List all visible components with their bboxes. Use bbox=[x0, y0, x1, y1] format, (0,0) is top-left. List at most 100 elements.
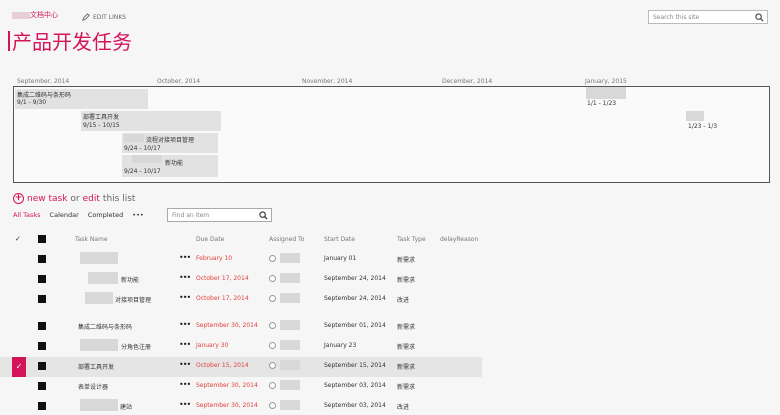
presence-icon bbox=[269, 342, 276, 349]
edit-links-label: EDIT LINKS bbox=[93, 13, 127, 21]
table-row[interactable]: ••• February 10 January 01 新需求 bbox=[0, 250, 780, 270]
search-icon[interactable] bbox=[259, 211, 268, 220]
task-type: 新需求 bbox=[397, 324, 416, 331]
presence-icon bbox=[269, 322, 276, 329]
column-header-delay-reason[interactable]: delayReason bbox=[440, 236, 478, 243]
blurred-text bbox=[80, 399, 118, 411]
view-selector: All Tasks Calendar Completed ••• bbox=[13, 211, 144, 219]
timeline-month: October, 2014 bbox=[157, 78, 201, 85]
title-accent-bar bbox=[8, 30, 10, 51]
table-row-selected[interactable]: ✓ 部署工具开发 ••• October 15, 2014 September … bbox=[0, 357, 482, 377]
timeline-task-dates: 9/24 - 10/17 bbox=[124, 168, 161, 175]
timeline-month: November, 2014 bbox=[302, 78, 353, 85]
item-type-icon bbox=[38, 322, 46, 330]
view-calendar[interactable]: Calendar bbox=[50, 211, 79, 219]
blurred-text bbox=[280, 340, 300, 350]
column-header-assigned-to[interactable]: Assigned To bbox=[269, 236, 304, 243]
column-header-task-type[interactable]: Task Type bbox=[397, 236, 426, 243]
more-options-button[interactable]: ••• bbox=[179, 273, 191, 282]
item-type-icon bbox=[38, 362, 46, 370]
task-name[interactable]: 表单设计器 bbox=[78, 382, 108, 391]
view-completed[interactable]: Completed bbox=[88, 211, 123, 219]
task-type: 改进 bbox=[397, 404, 410, 411]
timeline-task-title: 集成二维码与条形码 bbox=[17, 92, 72, 99]
blurred-text bbox=[280, 253, 300, 263]
start-date: September 01, 2014 bbox=[324, 322, 386, 329]
more-views-button[interactable]: ••• bbox=[132, 211, 144, 219]
more-options-button[interactable]: ••• bbox=[179, 293, 191, 302]
presence-icon bbox=[269, 275, 276, 282]
start-date: January 23 bbox=[324, 342, 357, 349]
presence-icon bbox=[269, 402, 276, 409]
task-name[interactable]: 集成二维码与条形码 bbox=[78, 322, 132, 331]
timeline-task-dates: 9/1 - 9/30 bbox=[17, 99, 47, 106]
timeline-month: September, 2014 bbox=[17, 78, 70, 85]
table-row[interactable]: 新功能 ••• October 17, 2014 September 24, 2… bbox=[0, 270, 780, 290]
item-type-icon bbox=[38, 275, 46, 283]
more-options-button[interactable]: ••• bbox=[179, 340, 191, 349]
start-date: September 15, 2014 bbox=[324, 362, 386, 369]
page-title: 产品开发任务 bbox=[8, 26, 132, 55]
search-site-input[interactable]: Search this site bbox=[648, 10, 768, 24]
task-name[interactable]: 部署工具开发 bbox=[78, 362, 114, 371]
table-row[interactable]: 建站 ••• September 30, 2014 September 03, … bbox=[0, 397, 780, 415]
blurred-text bbox=[88, 272, 118, 284]
blurred-text bbox=[280, 360, 300, 370]
new-task-command: + new task or edit this list bbox=[13, 193, 135, 204]
search-icon[interactable] bbox=[755, 13, 764, 22]
timeline-task-title: 流程对接项目管理 bbox=[146, 137, 195, 144]
table-row[interactable]: 对接项目管理 ••• October 17, 2014 September 24… bbox=[0, 290, 780, 310]
more-options-button[interactable]: ••• bbox=[179, 400, 191, 409]
blurred-text bbox=[80, 339, 118, 351]
table-row[interactable]: 表单设计器 ••• September 30, 2014 September 0… bbox=[0, 377, 780, 397]
blurred-text bbox=[80, 252, 118, 264]
item-type-icon bbox=[38, 235, 46, 243]
more-options-button[interactable]: ••• bbox=[179, 380, 191, 389]
due-date: January 30 bbox=[196, 342, 229, 349]
column-header-due-date[interactable]: Due Date bbox=[196, 236, 224, 243]
timeline-task-dates: 9/15 - 10/15 bbox=[83, 122, 120, 129]
presence-icon bbox=[269, 255, 276, 262]
timeline-month: January, 2015 bbox=[585, 78, 627, 85]
presence-icon bbox=[269, 382, 276, 389]
find-placeholder: Find an item bbox=[172, 212, 210, 219]
timeline-task-dates: 9/24 - 10/17 bbox=[124, 145, 161, 152]
more-options-button[interactable]: ••• bbox=[179, 360, 191, 369]
more-options-button[interactable]: ••• bbox=[179, 253, 191, 262]
due-date: October 17, 2014 bbox=[196, 295, 249, 302]
due-date: September 30, 2014 bbox=[196, 402, 258, 409]
row-selected-check-icon[interactable]: ✓ bbox=[12, 357, 26, 377]
start-date: January 01 bbox=[324, 255, 357, 262]
task-type: 新需求 bbox=[397, 344, 416, 351]
start-date: September 24, 2014 bbox=[324, 275, 386, 282]
timeline: 集成二维码与条形码 9/1 - 9/30 部署工具开发 9/15 - 10/15… bbox=[13, 86, 770, 183]
task-type: 新需求 bbox=[397, 364, 416, 371]
edit-link[interactable]: edit bbox=[83, 194, 100, 204]
timeline-task-title: 新功能 bbox=[165, 160, 184, 167]
column-header-start-date[interactable]: Start Date bbox=[324, 236, 355, 243]
site-name[interactable]: 文档中心 bbox=[30, 11, 58, 19]
view-all-tasks[interactable]: All Tasks bbox=[13, 211, 41, 219]
blurred-text bbox=[280, 380, 300, 390]
table-row[interactable]: 分角色注册 ••• January 30 January 23 新需求 bbox=[0, 337, 780, 357]
task-name[interactable]: 新功能 bbox=[121, 275, 139, 284]
blurred-text bbox=[124, 134, 144, 142]
column-header-task-name[interactable]: Task Name bbox=[75, 236, 108, 243]
new-task-link[interactable]: new task bbox=[27, 194, 67, 204]
find-item-input[interactable]: Find an item bbox=[167, 208, 272, 222]
edit-links-button[interactable]: EDIT LINKS bbox=[82, 13, 126, 21]
site-breadcrumb[interactable]: 文档中心 bbox=[12, 10, 58, 20]
presence-icon bbox=[269, 362, 276, 369]
add-icon[interactable]: + bbox=[13, 193, 24, 204]
item-type-icon bbox=[38, 295, 46, 303]
table-row[interactable]: 集成二维码与条形码 ••• September 30, 2014 Septemb… bbox=[0, 317, 780, 337]
blurred-text bbox=[85, 292, 113, 304]
more-options-button[interactable]: ••• bbox=[179, 320, 191, 329]
blurred-text bbox=[586, 87, 626, 99]
task-name[interactable]: 分角色注册 bbox=[121, 342, 151, 351]
item-type-icon bbox=[38, 255, 46, 263]
select-all-check-icon[interactable]: ✓ bbox=[15, 235, 21, 243]
task-name[interactable]: 建站 bbox=[120, 402, 132, 411]
timeline-task-dates: 1/23 - 1/3 bbox=[688, 123, 718, 130]
task-name[interactable]: 对接项目管理 bbox=[115, 295, 151, 304]
